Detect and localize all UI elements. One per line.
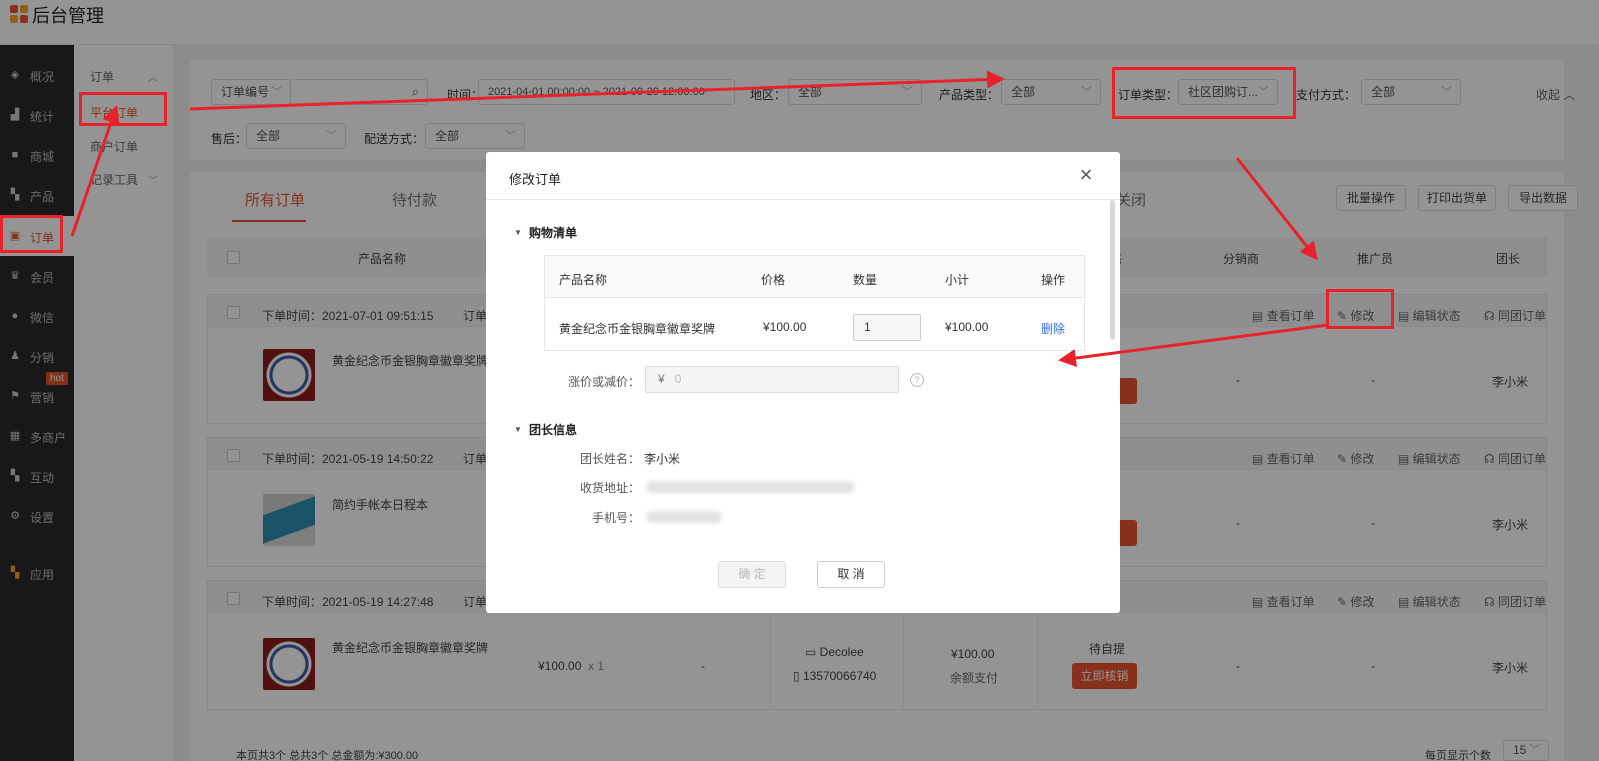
annotation-arrow-1 <box>70 105 120 237</box>
annotation-arrows <box>70 70 1329 367</box>
annotation-arrow-2 <box>189 70 1005 111</box>
annotation-arrow-3 <box>1235 157 1318 261</box>
annotation-arrow-4 <box>1058 323 1329 367</box>
